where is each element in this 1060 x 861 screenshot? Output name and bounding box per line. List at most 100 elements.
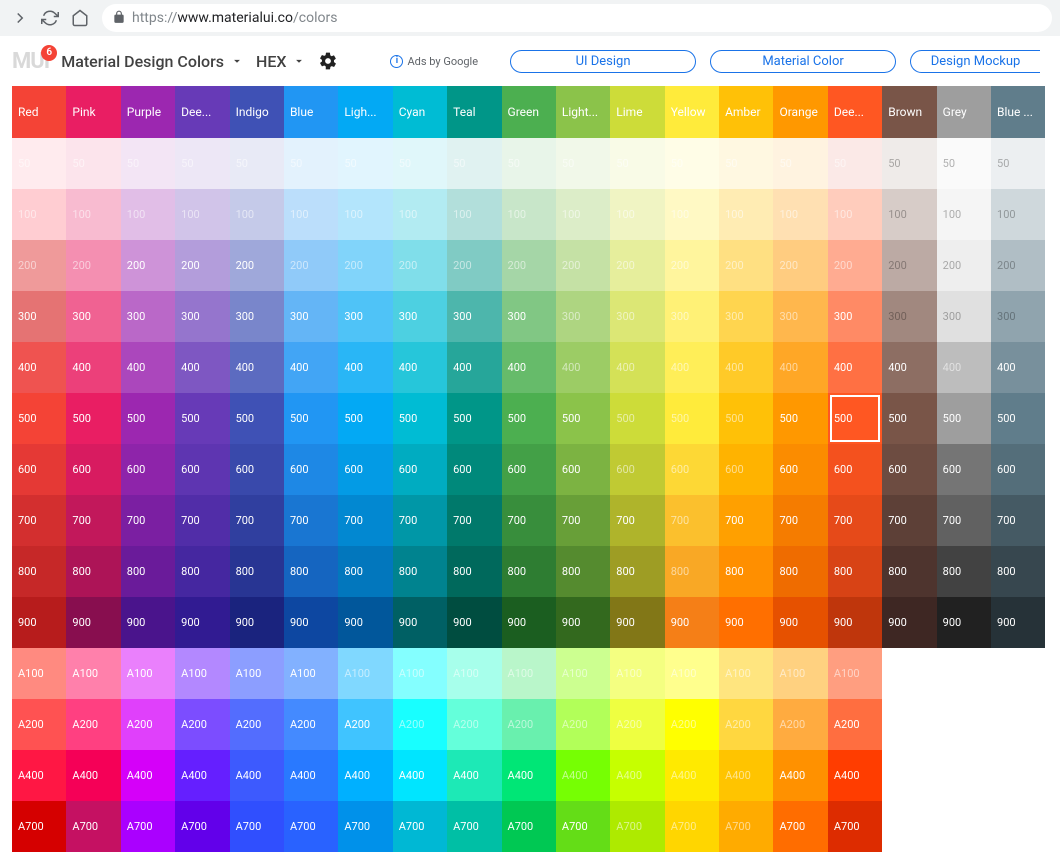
- swatch-light-blue-100[interactable]: 100: [338, 189, 392, 240]
- swatch-deep-purple-900[interactable]: 900: [175, 597, 229, 648]
- swatch-purple-200[interactable]: 200: [121, 240, 175, 291]
- swatch-deep-orange-600[interactable]: 600: [828, 444, 882, 495]
- swatch-lime-A400[interactable]: A400: [610, 750, 664, 801]
- swatch-cyan-100[interactable]: 100: [393, 189, 447, 240]
- ad-link-design-mockup[interactable]: Design Mockup: [910, 50, 1040, 73]
- swatch-deep-purple-A200[interactable]: A200: [175, 699, 229, 750]
- swatch-yellow-700[interactable]: 700: [665, 495, 719, 546]
- swatch-brown-100[interactable]: 100: [882, 189, 936, 240]
- swatch-amber-400[interactable]: 400: [719, 342, 773, 393]
- swatch-purple-A400[interactable]: A400: [121, 750, 175, 801]
- swatch-brown-700[interactable]: 700: [882, 495, 936, 546]
- color-header-lime[interactable]: Lime: [610, 86, 664, 138]
- swatch-yellow-50[interactable]: 50: [665, 138, 719, 189]
- swatch-blue-600[interactable]: 600: [284, 444, 338, 495]
- swatch-light-blue-500[interactable]: 500: [338, 393, 392, 444]
- swatch-green-100[interactable]: 100: [502, 189, 556, 240]
- swatch-orange-800[interactable]: 800: [773, 546, 827, 597]
- swatch-purple-800[interactable]: 800: [121, 546, 175, 597]
- swatch-yellow-A700[interactable]: A700: [665, 801, 719, 852]
- swatch-yellow-400[interactable]: 400: [665, 342, 719, 393]
- format-dropdown[interactable]: HEX: [256, 52, 307, 71]
- swatch-grey-500[interactable]: 500: [937, 393, 991, 444]
- swatch-light-blue-400[interactable]: 400: [338, 342, 392, 393]
- swatch-lime-900[interactable]: 900: [610, 597, 664, 648]
- swatch-grey-400[interactable]: 400: [937, 342, 991, 393]
- swatch-grey-900[interactable]: 900: [937, 597, 991, 648]
- swatch-indigo-A200[interactable]: A200: [230, 699, 284, 750]
- swatch-teal-A700[interactable]: A700: [447, 801, 501, 852]
- swatch-orange-900[interactable]: 900: [773, 597, 827, 648]
- swatch-light-green-700[interactable]: 700: [556, 495, 610, 546]
- swatch-green-500[interactable]: 500: [502, 393, 556, 444]
- swatch-light-green-400[interactable]: 400: [556, 342, 610, 393]
- swatch-amber-700[interactable]: 700: [719, 495, 773, 546]
- swatch-blue-grey-300[interactable]: 300: [991, 291, 1045, 342]
- swatch-light-green-A400[interactable]: A400: [556, 750, 610, 801]
- swatch-lime-800[interactable]: 800: [610, 546, 664, 597]
- swatch-deep-orange-700[interactable]: 700: [828, 495, 882, 546]
- swatch-cyan-700[interactable]: 700: [393, 495, 447, 546]
- color-header-orange[interactable]: Orange: [773, 86, 827, 138]
- swatch-deep-orange-300[interactable]: 300: [828, 291, 882, 342]
- swatch-blue-grey-800[interactable]: 800: [991, 546, 1045, 597]
- swatch-light-blue-600[interactable]: 600: [338, 444, 392, 495]
- swatch-lime-50[interactable]: 50: [610, 138, 664, 189]
- swatch-deep-purple-300[interactable]: 300: [175, 291, 229, 342]
- swatch-light-green-200[interactable]: 200: [556, 240, 610, 291]
- swatch-pink-800[interactable]: 800: [66, 546, 120, 597]
- swatch-light-blue-A100[interactable]: A100: [338, 648, 392, 699]
- swatch-light-green-600[interactable]: 600: [556, 444, 610, 495]
- swatch-indigo-800[interactable]: 800: [230, 546, 284, 597]
- swatch-brown-500[interactable]: 500: [882, 393, 936, 444]
- color-header-light-blue[interactable]: Ligh...: [338, 86, 392, 138]
- swatch-blue-200[interactable]: 200: [284, 240, 338, 291]
- logo[interactable]: MUI 6: [12, 49, 49, 74]
- swatch-purple-50[interactable]: 50: [121, 138, 175, 189]
- swatch-brown-900[interactable]: 900: [882, 597, 936, 648]
- swatch-light-blue-300[interactable]: 300: [338, 291, 392, 342]
- color-header-deep-orange[interactable]: Dee...: [828, 86, 882, 138]
- swatch-deep-purple-A400[interactable]: A400: [175, 750, 229, 801]
- swatch-purple-400[interactable]: 400: [121, 342, 175, 393]
- swatch-grey-700[interactable]: 700: [937, 495, 991, 546]
- swatch-light-green-300[interactable]: 300: [556, 291, 610, 342]
- swatch-deep-orange-50[interactable]: 50: [828, 138, 882, 189]
- swatch-brown-300[interactable]: 300: [882, 291, 936, 342]
- swatch-brown-400[interactable]: 400: [882, 342, 936, 393]
- swatch-amber-200[interactable]: 200: [719, 240, 773, 291]
- swatch-pink-50[interactable]: 50: [66, 138, 120, 189]
- swatch-blue-grey-400[interactable]: 400: [991, 342, 1045, 393]
- swatch-red-50[interactable]: 50: [12, 138, 66, 189]
- color-header-yellow[interactable]: Yellow: [665, 86, 719, 138]
- swatch-green-A700[interactable]: A700: [502, 801, 556, 852]
- color-header-blue-grey[interactable]: Blue ...: [991, 86, 1045, 138]
- swatch-green-400[interactable]: 400: [502, 342, 556, 393]
- swatch-teal-900[interactable]: 900: [447, 597, 501, 648]
- swatch-yellow-900[interactable]: 900: [665, 597, 719, 648]
- swatch-grey-300[interactable]: 300: [937, 291, 991, 342]
- swatch-green-700[interactable]: 700: [502, 495, 556, 546]
- swatch-blue-400[interactable]: 400: [284, 342, 338, 393]
- swatch-green-200[interactable]: 200: [502, 240, 556, 291]
- color-header-indigo[interactable]: Indigo: [230, 86, 284, 138]
- swatch-yellow-A100[interactable]: A100: [665, 648, 719, 699]
- color-header-light-green[interactable]: Light...: [556, 86, 610, 138]
- swatch-cyan-900[interactable]: 900: [393, 597, 447, 648]
- swatch-amber-100[interactable]: 100: [719, 189, 773, 240]
- swatch-blue-100[interactable]: 100: [284, 189, 338, 240]
- swatch-pink-A200[interactable]: A200: [66, 699, 120, 750]
- ads-label[interactable]: i Ads by Google: [390, 55, 478, 68]
- page-title-dropdown[interactable]: Material Design Colors: [61, 52, 244, 71]
- swatch-blue-900[interactable]: 900: [284, 597, 338, 648]
- swatch-brown-800[interactable]: 800: [882, 546, 936, 597]
- swatch-amber-A700[interactable]: A700: [719, 801, 773, 852]
- swatch-light-green-100[interactable]: 100: [556, 189, 610, 240]
- swatch-indigo-600[interactable]: 600: [230, 444, 284, 495]
- swatch-teal-A200[interactable]: A200: [447, 699, 501, 750]
- swatch-deep-purple-A100[interactable]: A100: [175, 648, 229, 699]
- swatch-deep-orange-500[interactable]: 500: [828, 393, 882, 444]
- reload-button[interactable]: [38, 6, 62, 30]
- swatch-teal-500[interactable]: 500: [447, 393, 501, 444]
- swatch-orange-A200[interactable]: A200: [773, 699, 827, 750]
